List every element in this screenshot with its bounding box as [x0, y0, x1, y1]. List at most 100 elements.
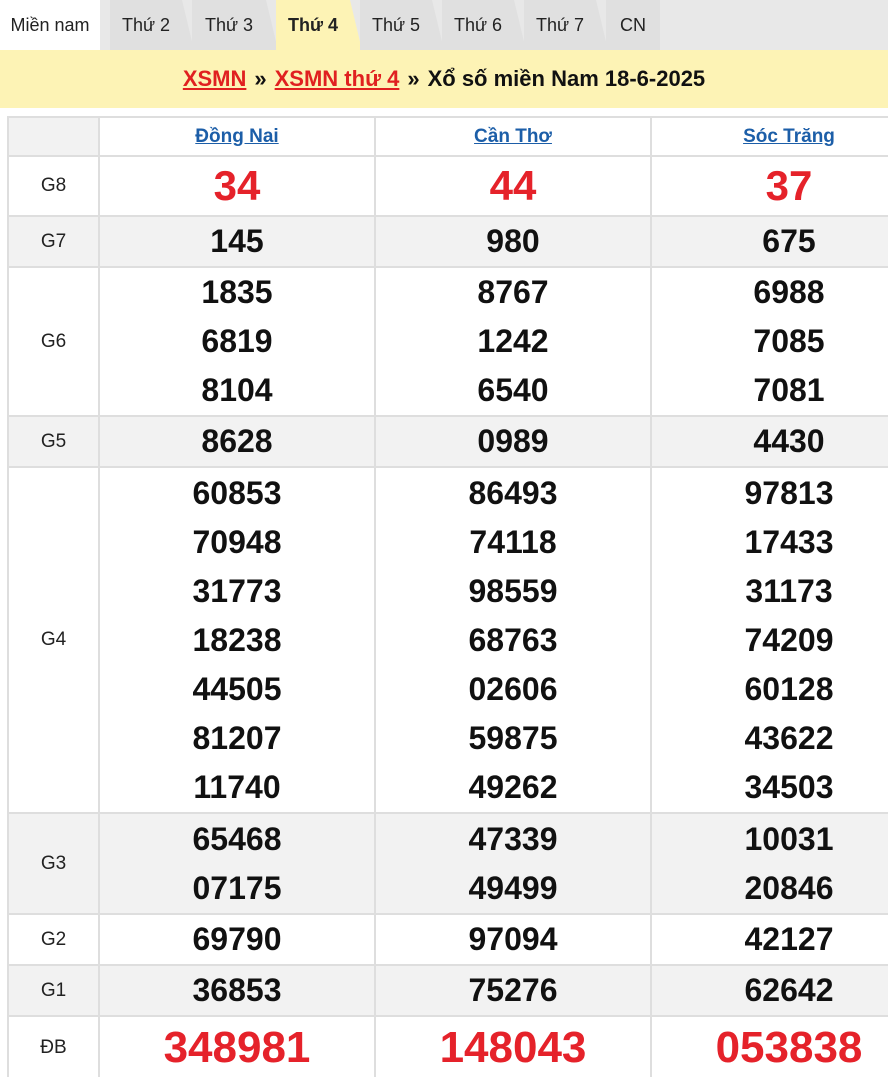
prize-number: 98559: [468, 572, 558, 609]
prize-cell: 42127: [650, 913, 888, 966]
prize-row-g1: G1 36853 75276 62642: [7, 964, 888, 1017]
prize-number: 31173: [745, 572, 833, 609]
prize-number: 49499: [468, 869, 558, 906]
prize-row-g6: G6 1835 6819 8104 8767 1242 6540 6988 7085 7081: [7, 266, 888, 417]
prize-cell: 053838: [650, 1015, 888, 1077]
prize-cell: 47339 49499: [374, 812, 652, 915]
day-tab-bar: Miền nam Thứ 2 Thứ 3 Thứ 4 Thứ 5 Thứ 6 T…: [0, 0, 888, 50]
prize-cell: 97094: [374, 913, 652, 966]
prize-number: 47339: [468, 820, 558, 857]
prize-cell: 148043: [374, 1015, 652, 1077]
prize-number: 1242: [477, 323, 549, 359]
prize-number: 43622: [744, 719, 834, 756]
prize-number: 20846: [744, 869, 834, 906]
tab-cn[interactable]: CN: [606, 0, 660, 50]
prize-number: 31773: [192, 572, 282, 609]
prize-cell: 675: [650, 215, 888, 268]
prize-label: G8: [7, 155, 100, 217]
tab-thu-7[interactable]: Thứ 7: [524, 0, 608, 50]
prize-cell: 34: [98, 155, 376, 217]
prize-number: 07175: [192, 869, 282, 906]
prize-number: 348981: [163, 1023, 311, 1072]
header-corner-cell: [7, 116, 100, 157]
prize-number: 70948: [192, 523, 282, 560]
prize-number: 6988: [753, 274, 825, 310]
prize-number: 675: [762, 223, 816, 259]
prize-number: 8628: [201, 423, 273, 459]
prize-label: G1: [7, 964, 100, 1017]
prize-number: 17433: [744, 523, 834, 560]
prize-number: 37: [765, 162, 813, 209]
prize-cell: 348981: [98, 1015, 376, 1077]
prize-number: 7085: [753, 323, 825, 359]
tab-thu-5[interactable]: Thứ 5: [360, 0, 444, 50]
prize-number: 44505: [192, 670, 282, 707]
prize-number: 6819: [201, 323, 273, 359]
prize-number: 62642: [744, 972, 834, 1008]
prize-label: G4: [7, 466, 100, 814]
tab-thu-3[interactable]: Thứ 3: [192, 0, 278, 50]
prize-number: 7081: [753, 372, 825, 408]
province-link-soc-trang[interactable]: Sóc Trăng: [743, 126, 835, 147]
prize-number: 75276: [468, 972, 558, 1008]
prize-number: 053838: [715, 1023, 863, 1072]
prize-number: 1835: [201, 274, 273, 310]
breadcrumb-separator: »: [407, 66, 420, 91]
prize-number: 8767: [477, 274, 549, 310]
prize-number: 10031: [744, 820, 834, 857]
prize-number: 02606: [468, 670, 558, 707]
results-table: Đồng Nai Cần Thơ Sóc Trăng G8 34 44 37 G7 145…: [7, 116, 888, 1077]
prize-cell: 36853: [98, 964, 376, 1017]
prize-cell: 60853 70948 31773 18238 44505 81207 11740: [98, 466, 376, 814]
prize-number: 86493: [468, 474, 558, 511]
prize-number: 0989: [477, 423, 549, 459]
prize-number: 81207: [192, 719, 282, 756]
prize-row-g7: G7 145 980 675: [7, 215, 888, 268]
province-header: Đồng Nai: [98, 116, 376, 157]
prize-cell: 145: [98, 215, 376, 268]
prize-number: 4430: [753, 423, 825, 459]
prize-number: 34: [213, 162, 261, 209]
prize-cell: 6988 7085 7081: [650, 266, 888, 417]
prize-label: G3: [7, 812, 100, 915]
prize-number: 49262: [468, 768, 558, 805]
prize-cell: 4430: [650, 415, 888, 468]
page: Miền nam Thứ 2 Thứ 3 Thứ 4 Thứ 5 Thứ 6 T…: [0, 0, 888, 1077]
breadcrumb: XSMN » XSMN thứ 4 » Xổ số miền Nam 18-6-…: [0, 50, 888, 108]
prize-number: 18238: [192, 621, 282, 658]
breadcrumb-link-xsmn-thu-4[interactable]: XSMN thứ 4: [275, 66, 400, 92]
prize-number: 97094: [468, 921, 558, 957]
breadcrumb-separator: »: [254, 66, 267, 91]
tab-thu-6[interactable]: Thứ 6: [442, 0, 526, 50]
prize-row-g3: G3 65468 07175 47339 49499 10031 20846: [7, 812, 888, 915]
prize-row-g8: G8 34 44 37: [7, 155, 888, 217]
prize-number: 44: [489, 162, 537, 209]
prize-cell: 1835 6819 8104: [98, 266, 376, 417]
province-link-dong-nai[interactable]: Đồng Nai: [195, 126, 278, 147]
prize-cell: 62642: [650, 964, 888, 1017]
prize-number: 6540: [477, 372, 549, 408]
prize-number: 59875: [468, 719, 558, 756]
prize-number: 68763: [468, 621, 558, 658]
tab-region[interactable]: Miền nam: [0, 0, 100, 50]
prize-number: 60128: [744, 670, 834, 707]
breadcrumb-link-xsmn[interactable]: XSMN: [183, 66, 247, 92]
prize-label: G7: [7, 215, 100, 268]
tab-thu-2[interactable]: Thứ 2: [110, 0, 194, 50]
prize-cell: 44: [374, 155, 652, 217]
prize-cell: 0989: [374, 415, 652, 468]
prize-number: 34503: [744, 768, 834, 805]
prize-number: 42127: [744, 921, 834, 957]
province-header: Cần Thơ: [374, 116, 652, 157]
prize-number: 69790: [192, 921, 282, 957]
prize-label: G5: [7, 415, 100, 468]
prize-cell: 97813 17433 31173 74209 60128 43622 34503: [650, 466, 888, 814]
tab-thu-4[interactable]: Thứ 4: [276, 0, 362, 50]
prize-number: 145: [210, 223, 264, 259]
prize-cell: 10031 20846: [650, 812, 888, 915]
province-link-can-tho[interactable]: Cần Thơ: [474, 126, 552, 147]
prize-row-g4: G4 60853 70948 31773 18238 44505 81207 11740 864…: [7, 466, 888, 814]
table-header-row: Đồng Nai Cần Thơ Sóc Trăng: [7, 116, 888, 157]
prize-number: 36853: [192, 972, 282, 1008]
prize-cell: 65468 07175: [98, 812, 376, 915]
